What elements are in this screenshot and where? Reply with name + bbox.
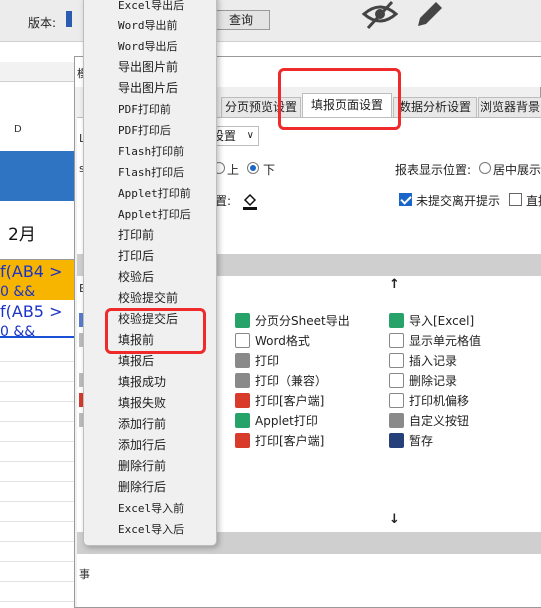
menu-item[interactable]: 校验提交前 [118,288,178,309]
highlight-box-tab [278,68,401,130]
word-icon [235,333,250,348]
print-compat-button[interactable]: 打印（兼容） [235,371,327,391]
radio-down[interactable] [247,162,259,174]
highlight-box-menu [105,308,206,354]
import-excel-button[interactable]: 导入[Excel] [389,311,474,331]
pdf-print-icon [235,433,250,448]
menu-item[interactable]: 删除行后 [118,477,166,498]
radio-up-label: 上 [227,163,240,177]
menu-item[interactable]: 填报失败 [118,393,166,414]
delete-record-icon [389,373,404,388]
menu-item[interactable]: Applet打印后 [118,204,191,225]
show-cell-value-button[interactable]: 显示单元格值 [389,331,481,351]
menu-item[interactable]: 打印后 [118,246,154,267]
menu-item[interactable]: 导出图片前 [118,57,178,78]
printer-icon [235,353,250,368]
column-header-d: D [14,124,22,135]
color-label: 置: [215,194,232,208]
applet-print-button[interactable]: Applet打印 [235,411,318,431]
menu-item[interactable]: 导出图片后 [118,78,178,99]
formula-text-2: f(AB5 > [0,302,63,321]
menu-item[interactable]: 添加行前 [118,414,166,435]
printer-compat-icon [235,373,250,388]
menu-item[interactable]: Word导出前 [118,15,178,36]
applet-print-icon [235,413,250,428]
center-label: 居中展示 [493,163,541,177]
menu-item[interactable]: Word导出后 [118,36,178,57]
pdf-client-print-button[interactable]: 打印[客户端] [235,431,324,451]
tab-browser-background[interactable]: 浏览器背景 [478,97,541,117]
menu-item[interactable]: Excel导出后 [118,0,184,16]
insert-record-icon [389,353,404,368]
formula-cell-2[interactable]: f(AB5 > 0 && [0,300,74,338]
client-print-icon [235,393,250,408]
menu-item[interactable]: Flash打印前 [118,141,184,162]
toolbar-button-grid: 分页分Sheet导出 导入[Excel] Word格式 显示单元格值 打印 插入… [233,311,540,451]
formula-text-1: f(AB4 > [0,262,63,281]
menu-item[interactable]: 删除行前 [118,456,166,477]
word-format-button[interactable]: Word格式 [235,331,310,351]
delete-record-button[interactable]: 删除记录 [389,371,457,391]
radio-down-label: 下 [263,163,276,177]
menu-item[interactable]: 填报成功 [118,372,166,393]
unsubmitted-label: 未提交离开提示 [416,194,501,208]
formula-tail-2: 0 && [0,324,36,338]
menu-item[interactable]: 校验后 [118,267,154,288]
direct-label: 直接 [526,194,541,208]
menu-item[interactable]: Flash打印后 [118,162,184,183]
export-sheet-button[interactable]: 分页分Sheet导出 [235,311,350,331]
save-icon [389,433,404,448]
menu-item[interactable]: PDF打印前 [118,99,171,120]
version-label: 版本: [28,16,57,30]
cell-value-icon [389,333,404,348]
sheet-header-cell [0,151,74,201]
custom-button[interactable]: 自定义按钮 [389,411,469,431]
left-label-4: 事 [79,568,90,581]
export-excel-icon [235,313,250,328]
pencil-icon[interactable] [412,0,446,30]
menu-item[interactable]: Applet打印前 [118,183,191,204]
report-position-label: 报表显示位置: [395,163,472,177]
client-print-button[interactable]: 打印[客户端] [235,391,324,411]
query-button[interactable]: 查询 [212,10,270,30]
arrow-up-icon[interactable]: ↑ [389,277,400,292]
main-toolbar: 版本: 查询 [0,0,541,42]
printer-offset-button[interactable]: 打印机偏移 [389,391,469,411]
arrow-down-icon[interactable]: ↓ [389,512,400,527]
paint-bucket-icon[interactable] [243,194,257,210]
formula-cell-1[interactable]: f(AB4 > 0 && [0,260,74,300]
save-draft-button[interactable]: 暂存 [389,431,433,451]
menu-item[interactable]: Excel导入前 [118,498,184,519]
sheet-grid [0,342,74,608]
menu-item[interactable]: 添加行后 [118,435,166,456]
menu-item[interactable]: Excel导入后 [118,519,184,540]
radio-center[interactable] [479,162,491,174]
chevron-down-icon: ∨ [246,130,254,141]
month-text: 2月 [8,225,36,245]
spreadsheet-area: D 2月 f(AB4 > 0 && f(AB5 > 0 && [0,42,82,608]
insert-record-button[interactable]: 插入记录 [389,351,457,371]
tab-data-analysis[interactable]: 数据分析设置 [393,97,477,117]
sheet-row [0,62,82,82]
eye-off-icon[interactable] [360,0,400,32]
direct-checkbox[interactable] [509,193,522,206]
sheet-month-cell[interactable]: 2月 [0,202,74,260]
print-button[interactable]: 打印 [235,351,279,371]
menu-item[interactable]: 填报后 [118,351,154,372]
version-select[interactable] [66,11,72,27]
printer-offset-icon [389,393,404,408]
event-dropdown-menu: Excel导出后 Word导出前 Word导出后 导出图片前 导出图片后 PDF… [83,0,217,546]
unsubmitted-checkbox[interactable] [399,193,412,206]
formula-tail-1: 0 && [0,284,36,300]
menu-item[interactable]: PDF打印后 [118,120,171,141]
import-excel-icon [389,313,404,328]
menu-item[interactable]: 打印前 [118,225,154,246]
gear-icon [389,413,404,428]
